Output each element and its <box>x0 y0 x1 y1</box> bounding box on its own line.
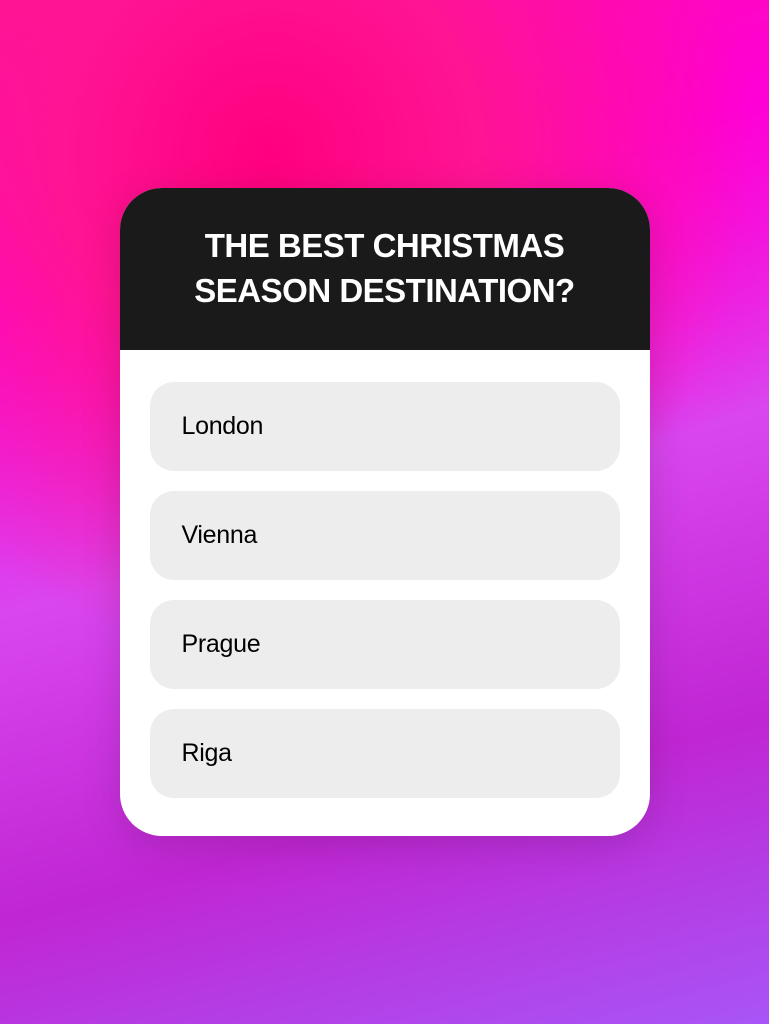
quiz-option-label: Vienna <box>182 521 258 549</box>
quiz-options-list: London Vienna Prague Riga <box>120 350 650 836</box>
quiz-option-prague[interactable]: Prague <box>150 600 620 689</box>
quiz-question: THE BEST CHRISTMAS SEASON DESTINATION? <box>150 224 620 313</box>
quiz-option-riga[interactable]: Riga <box>150 709 620 798</box>
quiz-option-label: Riga <box>182 739 232 767</box>
quiz-option-label: London <box>182 412 264 440</box>
quiz-option-vienna[interactable]: Vienna <box>150 491 620 580</box>
quiz-option-london[interactable]: London <box>150 382 620 471</box>
quiz-option-label: Prague <box>182 630 261 658</box>
quiz-header: THE BEST CHRISTMAS SEASON DESTINATION? <box>120 188 650 349</box>
quiz-card: THE BEST CHRISTMAS SEASON DESTINATION? L… <box>120 188 650 835</box>
